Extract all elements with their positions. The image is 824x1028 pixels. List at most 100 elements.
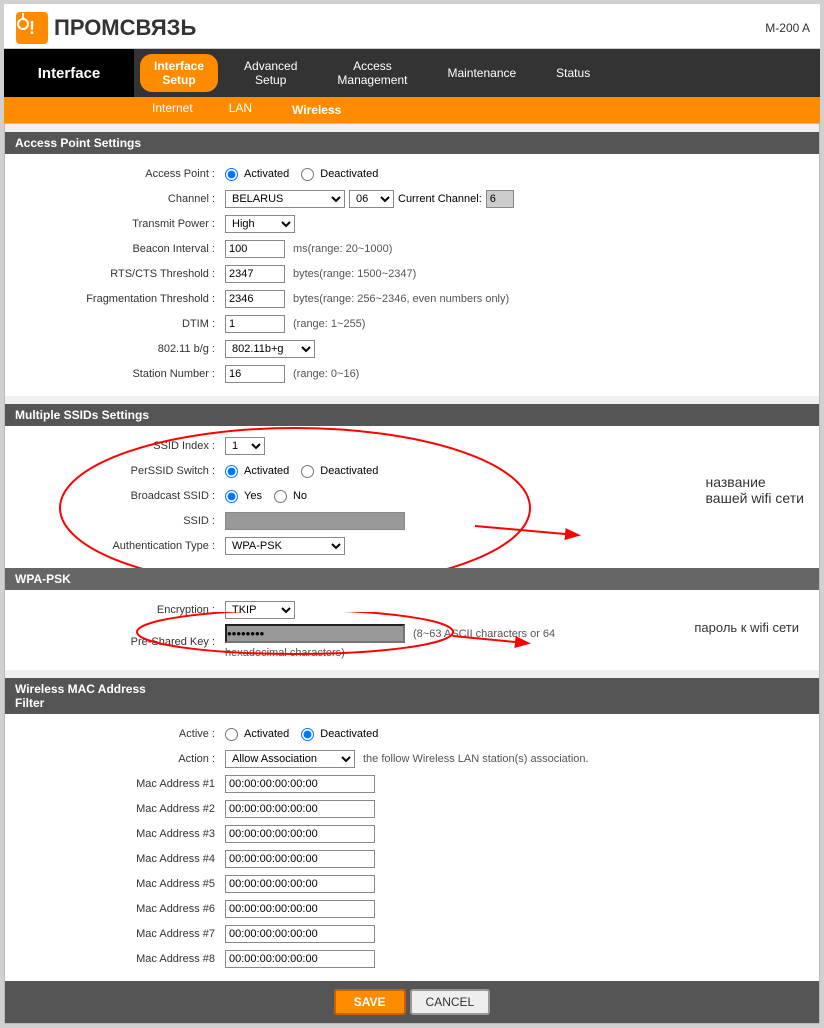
save-button[interactable]: SAVE (334, 989, 406, 1015)
cancel-button[interactable]: CANCEL (410, 989, 491, 1015)
label-current-channel: Current Channel: (398, 193, 482, 205)
label-encryption: Encryption : (25, 604, 225, 616)
input-mac7[interactable] (225, 925, 375, 943)
select-mac-action[interactable]: Allow Association (225, 750, 355, 768)
label-perssid-deactivated: Deactivated (320, 465, 378, 477)
select-dot11[interactable]: 802.11b+g (225, 340, 315, 358)
select-channel-country[interactable]: BELARUS (225, 190, 345, 208)
select-auth-type[interactable]: WPA-PSK (225, 537, 345, 555)
label-broadcast-no: No (293, 490, 307, 502)
label-perssid-activated: Activated (244, 465, 289, 477)
row-frag: Fragmentation Threshold : bytes(range: 2… (25, 288, 799, 310)
label-channel: Channel : (25, 193, 225, 205)
radio-perssid-activated[interactable] (225, 465, 238, 478)
label-mac7: Mac Address #7 (25, 928, 225, 940)
label-ap-deactivated: Deactivated (320, 168, 378, 180)
ssid-annotation: название вашей wifi сети (706, 474, 804, 506)
mac-filter-title: Wireless MAC AddressFilter (15, 682, 146, 710)
label-mac-active: Active : (25, 728, 225, 740)
input-ssid[interactable] (225, 512, 405, 530)
hint-dtim: (range: 1~255) (293, 318, 365, 330)
label-ssid-index: SSID Index : (25, 440, 225, 452)
label-mac-deactivated: Deactivated (320, 728, 378, 740)
input-mac8[interactable] (225, 950, 375, 968)
page-wrapper: ! ПРОМСВЯЗЬ M-200 A Interface InterfaceS… (0, 0, 824, 1028)
row-perssid: PerSSID Switch : Activated Deactivated (25, 460, 799, 482)
row-dtim: DTIM : (range: 1~255) (25, 313, 799, 335)
row-mac5: Mac Address #5 (25, 873, 799, 895)
tab-access-management[interactable]: AccessManagement (317, 49, 427, 97)
hint-rts: bytes(range: 1500~2347) (293, 268, 416, 280)
val-access-point: Activated Deactivated (225, 168, 799, 181)
label-transmit-power: Transmit Power : (25, 218, 225, 230)
label-dot11: 802.11 b/g : (25, 343, 225, 355)
label-frag: Fragmentation Threshold : (25, 293, 225, 305)
label-station: Station Number : (25, 368, 225, 380)
val-dtim: (range: 1~255) (225, 315, 799, 333)
logo: ! ПРОМСВЯЗЬ (14, 10, 196, 46)
svg-text:!: ! (29, 18, 35, 38)
row-mac-active: Active : Activated Deactivated (25, 723, 799, 745)
val-rts: bytes(range: 1500~2347) (225, 265, 799, 283)
mac-filter-section-header: Wireless MAC AddressFilter (5, 678, 819, 714)
ssid-form: SSID Index : 1 PerSSID Switch : Activate… (5, 426, 819, 568)
input-beacon-interval[interactable] (225, 240, 285, 258)
input-mac5[interactable] (225, 875, 375, 893)
model-text: M-200 A (765, 21, 810, 35)
radio-broadcast-yes[interactable] (225, 490, 238, 503)
radio-mac-activated[interactable] (225, 728, 238, 741)
val-mac-active: Activated Deactivated (225, 728, 799, 741)
row-mac1: Mac Address #1 (25, 773, 799, 795)
input-rts[interactable] (225, 265, 285, 283)
row-mac-action: Action : Allow Association the follow Wi… (25, 748, 799, 770)
input-frag[interactable] (225, 290, 285, 308)
subtab-wireless[interactable]: Wireless (274, 99, 359, 121)
hint-station: (range: 0~16) (293, 368, 359, 380)
tab-interface-setup[interactable]: InterfaceSetup (140, 54, 218, 92)
radio-ap-deactivated[interactable] (301, 168, 314, 181)
wpa-psk-section-header: WPA-PSK (5, 568, 819, 590)
tab-maintenance[interactable]: Maintenance (427, 56, 536, 90)
radio-ap-activated[interactable] (225, 168, 238, 181)
label-mac8: Mac Address #8 (25, 953, 225, 965)
subtab-lan[interactable]: LAN (211, 97, 270, 123)
label-ssid: SSID : (25, 515, 225, 527)
tab-advanced-setup[interactable]: AdvancedSetup (224, 49, 317, 97)
mac-filter-form: Active : Activated Deactivated Action : … (5, 714, 819, 981)
label-perssid: PerSSID Switch : (25, 465, 225, 477)
row-beacon-interval: Beacon Interval : ms(range: 20~1000) (25, 238, 799, 260)
row-auth-type: Authentication Type : WPA-PSK (25, 535, 799, 557)
ssid-section-wrapper: SSID Index : 1 PerSSID Switch : Activate… (5, 426, 819, 568)
hint-frag: bytes(range: 256~2346, even numbers only… (293, 293, 509, 305)
radio-mac-deactivated[interactable] (301, 728, 314, 741)
select-channel-num[interactable]: 06 (349, 190, 394, 208)
label-mac1: Mac Address #1 (25, 778, 225, 790)
input-dtim[interactable] (225, 315, 285, 333)
input-mac2[interactable] (225, 800, 375, 818)
label-mac-activated: Activated (244, 728, 289, 740)
tab-status[interactable]: Status (536, 56, 610, 90)
input-mac3[interactable] (225, 825, 375, 843)
select-encryption[interactable]: TKIP (225, 601, 295, 619)
row-channel: Channel : BELARUS 06 Current Channel: (25, 188, 799, 210)
select-transmit-power[interactable]: High (225, 215, 295, 233)
content-area: Access Point Settings Access Point : Act… (4, 123, 820, 1024)
input-pre-shared-key[interactable] (225, 624, 405, 643)
row-station: Station Number : (range: 0~16) (25, 363, 799, 385)
radio-perssid-deactivated[interactable] (301, 465, 314, 478)
radio-broadcast-no[interactable] (274, 490, 287, 503)
input-mac4[interactable] (225, 850, 375, 868)
row-mac3: Mac Address #3 (25, 823, 799, 845)
input-mac1[interactable] (225, 775, 375, 793)
hint-pre-shared-key: (8~63 ASCII characters or 64 (413, 628, 555, 640)
subtab-internet[interactable]: Internet (134, 97, 211, 123)
input-station[interactable] (225, 365, 285, 383)
row-transmit-power: Transmit Power : High (25, 213, 799, 235)
input-current-channel (486, 190, 514, 208)
logo-icon: ! (14, 10, 50, 46)
label-broadcast-yes: Yes (244, 490, 262, 502)
select-ssid-index[interactable]: 1 (225, 437, 265, 455)
val-station: (range: 0~16) (225, 365, 799, 383)
input-mac6[interactable] (225, 900, 375, 918)
hint-mac-action: the follow Wireless LAN station(s) assoc… (363, 753, 589, 765)
